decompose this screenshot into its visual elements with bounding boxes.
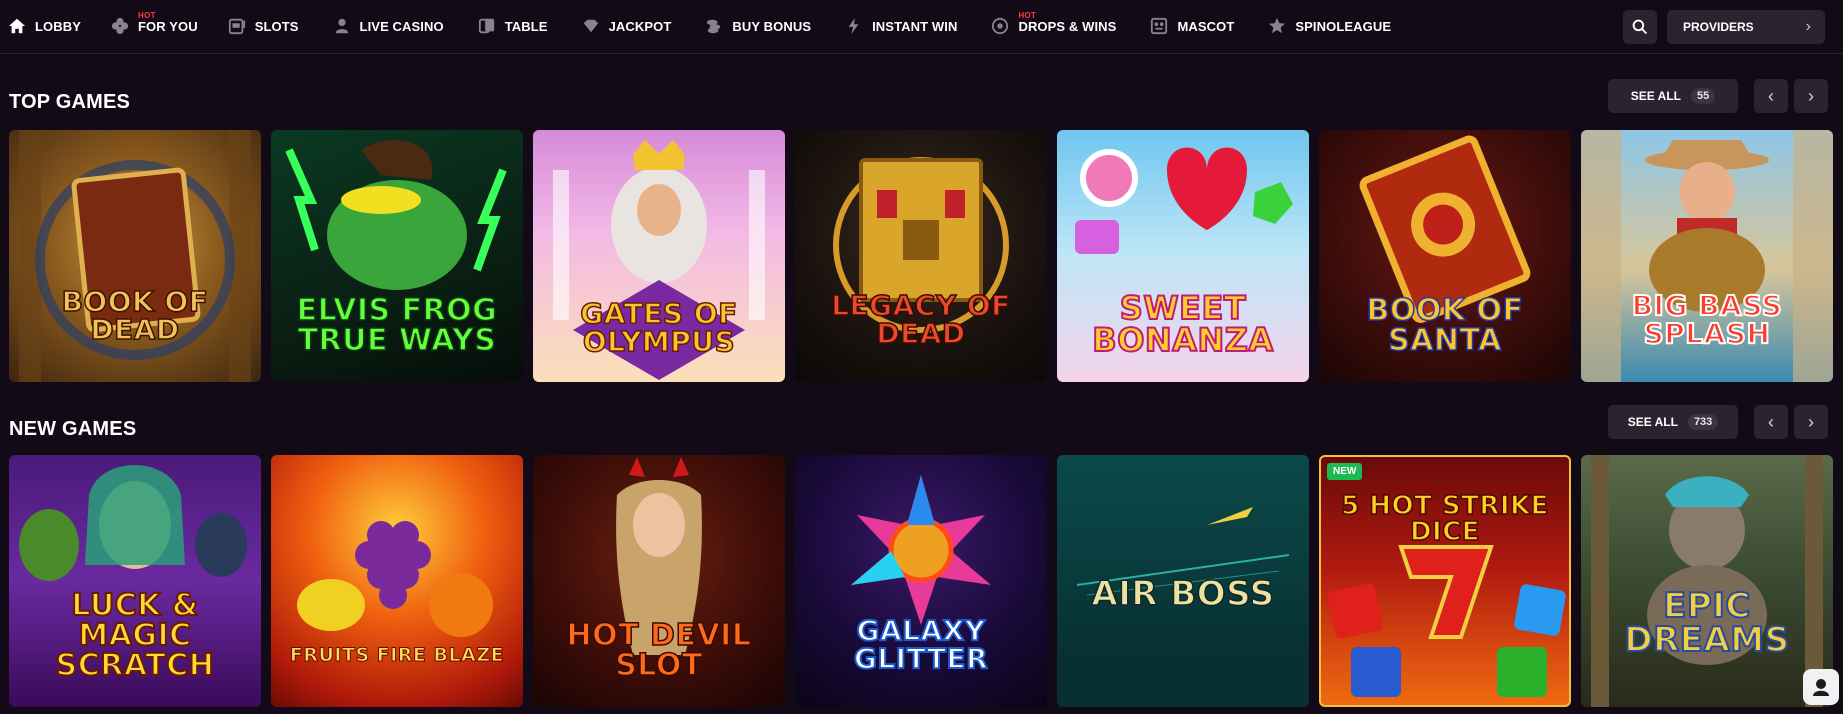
- game-title: HOT DEVIL SLOT: [566, 618, 752, 683]
- nav-label-mascot: MASCOT: [1177, 18, 1235, 34]
- nav-item-instant-win[interactable]: INSTANT WIN: [845, 0, 957, 52]
- hot-badge: HOT: [138, 11, 156, 20]
- nav-label-drops-wins: DROPS & WINS: [1018, 18, 1117, 34]
- nav-label-spinoleague: SPINOLEAGUE: [1295, 18, 1392, 34]
- providers-dropdown[interactable]: PROVIDERS ›: [1667, 10, 1825, 44]
- lightning-icon: [845, 17, 863, 35]
- nav-label-live-casino: LIVE CASINO: [359, 18, 444, 34]
- new-games-prev-button[interactable]: ‹: [1754, 405, 1788, 439]
- games-count-badge: 55: [1690, 88, 1716, 104]
- coins-icon: [705, 17, 723, 35]
- search-button[interactable]: [1623, 10, 1657, 44]
- game-tile[interactable]: AIR BOSS: [1057, 455, 1309, 707]
- new-games-row: LUCK & MAGIC SCRATCH FRUITS FIRE BLAZE H…: [9, 455, 1843, 707]
- nav-items: LOBBY HOT FOR YOU SLOTS LIVE CASINO TABL…: [8, 0, 1391, 52]
- nav-item-live-casino[interactable]: LIVE CASINO: [333, 0, 444, 52]
- nav-item-mascot[interactable]: MASCOT: [1150, 0, 1234, 52]
- game-tile[interactable]: GALAXY GLITTER: [795, 455, 1047, 707]
- search-icon: [1632, 19, 1648, 35]
- game-title: ELVIS FROG TRUE WAYS: [296, 293, 498, 358]
- support-agent-icon: [1811, 677, 1831, 697]
- game-tile[interactable]: FRUITS FIRE BLAZE: [271, 455, 523, 707]
- game-title: SWEET BONANZA: [1091, 289, 1274, 359]
- slot-machine-icon: [228, 17, 246, 35]
- clover-icon: [111, 17, 129, 35]
- see-all-label: SEE ALL: [1627, 415, 1678, 429]
- top-games-prev-button[interactable]: ‹: [1754, 79, 1788, 113]
- diamond-icon: [582, 17, 600, 35]
- nav-label-table: TABLE: [504, 18, 548, 34]
- hot-badge: HOT: [1018, 11, 1037, 20]
- game-title: AIR BOSS: [1091, 574, 1275, 614]
- star-icon: [1268, 17, 1286, 35]
- game-title: BIG BASS SPLASH: [1631, 289, 1783, 350]
- chevron-right-icon: ›: [1808, 85, 1814, 106]
- game-title: EPIC DREAMS: [1623, 586, 1790, 660]
- game-tile[interactable]: NEW 5 HOT STRIKE DICE: [1319, 455, 1571, 707]
- chevron-right-icon: ›: [1805, 18, 1811, 35]
- games-count-badge: 733: [1687, 414, 1719, 430]
- see-all-new-games-button[interactable]: SEE ALL 733: [1608, 405, 1738, 439]
- new-badge: NEW: [1327, 463, 1363, 480]
- live-chat-button[interactable]: [1803, 669, 1839, 705]
- game-title: BOOK OF DEAD: [61, 285, 209, 346]
- game-title: GATES OF OLYMPUS: [579, 297, 738, 358]
- game-tile[interactable]: BIG BASS SPLASH: [1581, 130, 1833, 382]
- chevron-left-icon: ‹: [1768, 411, 1774, 432]
- nav-label-buy-bonus: BUY BONUS: [732, 18, 812, 34]
- game-tile[interactable]: ELVIS FROG TRUE WAYS: [271, 130, 523, 382]
- nav-item-table[interactable]: TABLE: [478, 0, 548, 52]
- game-tile[interactable]: BOOK OF DEAD: [9, 130, 261, 382]
- nav-item-for-you[interactable]: HOT FOR YOU: [111, 0, 198, 52]
- see-all-top-games-button[interactable]: SEE ALL 55: [1608, 79, 1738, 113]
- nav-item-drops-wins[interactable]: HOT DROPS & WINS: [991, 0, 1116, 52]
- nav-label-for-you: FOR YOU: [138, 18, 198, 34]
- nav-item-buy-bonus[interactable]: BUY BONUS: [705, 0, 811, 52]
- nav-label-jackpot: JACKPOT: [608, 18, 672, 34]
- game-tile[interactable]: BOOK OF SANTA: [1319, 130, 1571, 382]
- nav-label-lobby: LOBBY: [35, 18, 81, 34]
- nav-item-spinoleague[interactable]: SPINOLEAGUE: [1268, 0, 1391, 52]
- game-title: 5 HOT STRIKE DICE: [1340, 491, 1549, 547]
- chevron-left-icon: ‹: [1768, 85, 1774, 106]
- new-games-next-button[interactable]: ›: [1794, 405, 1828, 439]
- game-title: LEGACY OF DEAD: [830, 289, 1011, 350]
- game-tile[interactable]: LUCK & MAGIC SCRATCH: [9, 455, 261, 707]
- game-title: LUCK & MAGIC SCRATCH: [55, 588, 215, 683]
- section-title-top-games: TOP GAMES: [9, 91, 131, 113]
- nav-label-slots: SLOTS: [254, 18, 299, 34]
- game-tile[interactable]: EPIC DREAMS: [1581, 455, 1833, 707]
- mascot-icon: [1150, 17, 1168, 35]
- top-navigation: LOBBY HOT FOR YOU SLOTS LIVE CASINO TABL…: [0, 0, 1843, 54]
- nav-item-lobby[interactable]: LOBBY: [8, 0, 81, 52]
- top-games-next-button[interactable]: ›: [1794, 79, 1828, 113]
- game-title: BOOK OF SANTA: [1366, 293, 1524, 358]
- section-title-new-games: NEW GAMES: [9, 418, 137, 440]
- chevron-right-icon: ›: [1808, 411, 1814, 432]
- nav-item-jackpot[interactable]: JACKPOT: [582, 0, 672, 52]
- game-tile[interactable]: LEGACY OF DEAD: [795, 130, 1047, 382]
- game-title: FRUITS FIRE BLAZE: [289, 644, 505, 666]
- home-icon: [8, 17, 26, 35]
- nav-label-instant-win: INSTANT WIN: [872, 18, 958, 34]
- cards-icon: [478, 17, 496, 35]
- nav-item-slots[interactable]: SLOTS: [228, 0, 299, 52]
- providers-label: PROVIDERS: [1683, 20, 1754, 34]
- drops-icon: [991, 17, 1009, 35]
- game-tile[interactable]: SWEET BONANZA: [1057, 130, 1309, 382]
- game-tile[interactable]: HOT DEVIL SLOT: [533, 455, 785, 707]
- top-games-row: BOOK OF DEAD ELVIS FROG TRUE WAYS GATES …: [9, 130, 1843, 382]
- game-tile[interactable]: GATES OF OLYMPUS: [533, 130, 785, 382]
- game-title: GALAXY GLITTER: [853, 614, 989, 675]
- dealer-icon: [333, 17, 351, 35]
- see-all-label: SEE ALL: [1630, 89, 1681, 103]
